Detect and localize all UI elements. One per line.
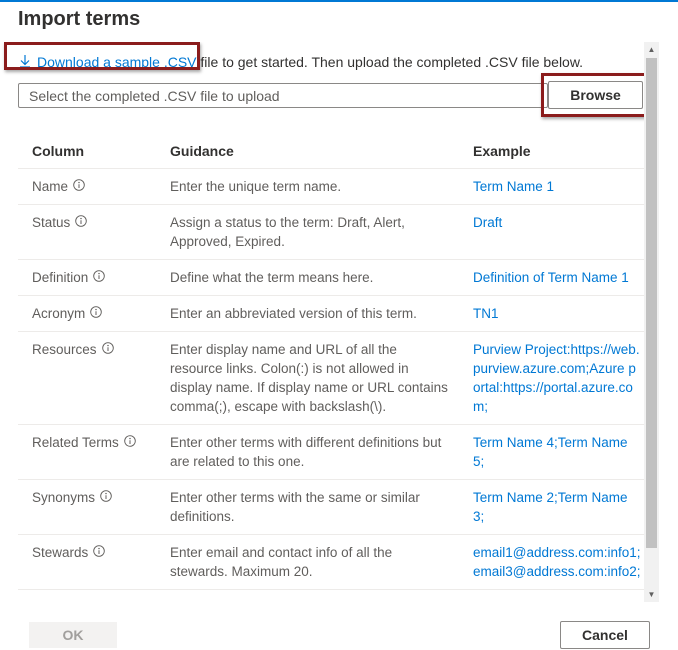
download-link-label: Download a sample .CSV [37, 54, 197, 70]
info-icon[interactable] [93, 268, 106, 282]
chevron-up-icon[interactable]: ▲ [644, 42, 659, 57]
cell-column: Related Terms [18, 424, 156, 480]
table-row: Resources Enter display name and URL of a… [18, 331, 644, 425]
download-sample-link[interactable]: Download a sample .CSV [18, 54, 197, 70]
cell-column: Status [18, 204, 156, 260]
cell-example: Draft [459, 204, 644, 260]
dialog-footer: OK Cancel [0, 602, 678, 650]
cell-example: Term Name 4;Term Name 5; [459, 424, 644, 480]
cell-column: Acronym [18, 295, 156, 332]
info-icon[interactable] [90, 304, 103, 318]
info-icon[interactable] [100, 488, 112, 502]
vertical-scrollbar[interactable]: ▲ ▼ [644, 42, 659, 602]
info-icon[interactable] [101, 340, 114, 354]
csv-file-input[interactable] [18, 83, 548, 108]
column-name: Name [32, 179, 69, 194]
cell-example: Term Name 2;Term Name 3; [459, 479, 644, 535]
intro-rest-text: file to get started. Then upload the com… [196, 54, 584, 70]
cell-example: Definition of Term Name 1 [459, 259, 644, 296]
cell-example: TN1 [459, 295, 644, 332]
cell-guidance: Enter display name and URL of all the re… [156, 331, 459, 425]
cell-column: Resources [18, 331, 156, 425]
column-name: Status [32, 215, 71, 230]
cell-guidance: Enter an abbreviated version of this ter… [156, 295, 459, 332]
header-guidance: Guidance [156, 134, 459, 169]
info-icon[interactable] [75, 213, 88, 227]
table-row: Related Terms Enter other terms with diff… [18, 424, 644, 480]
column-name: Stewards [32, 545, 89, 560]
info-icon[interactable] [124, 433, 136, 447]
cell-column: Name [18, 168, 156, 205]
cell-column: Definition [18, 259, 156, 296]
column-name: Acronym [32, 306, 86, 321]
cell-guidance: Define what the term means here. [156, 259, 459, 296]
column-name: Related Terms [32, 435, 119, 450]
header-example: Example [459, 134, 644, 169]
info-icon[interactable] [93, 543, 106, 557]
cell-guidance: Enter email and contact info of all the … [156, 534, 459, 590]
table-row: Acronym Enter an abbreviated version of t… [18, 295, 644, 332]
table-row: Name Enter the unique term name. Term Name… [18, 168, 644, 205]
table-row: Status Assign a status to the term: Draft… [18, 204, 644, 260]
table-header-row: Column Guidance Example [18, 134, 644, 169]
dialog-title: Import terms [18, 8, 141, 30]
table-row: Stewards Enter email and contact info of … [18, 534, 644, 590]
chevron-down-icon[interactable]: ▼ [644, 587, 659, 602]
info-icon[interactable] [73, 177, 85, 191]
header-column: Column [18, 134, 156, 169]
table-row: Definition Define what the term means her… [18, 259, 644, 296]
dialog-content: Download a sample .CSV file to get start… [0, 42, 660, 602]
column-name: Resources [32, 342, 97, 357]
cell-guidance: Enter other terms with the same or simil… [156, 479, 459, 535]
cell-guidance: Assign a status to the term: Draft, Aler… [156, 204, 459, 260]
cell-example: email1@address.com:info1;email3@address.… [459, 534, 644, 590]
cell-example: Purview Project:https://web.purview.azur… [459, 331, 644, 425]
download-icon [20, 55, 30, 68]
table-row: Synonyms Enter other terms with the same … [18, 479, 644, 535]
cell-column: Synonyms [18, 479, 156, 535]
top-accent-bar [0, 0, 678, 2]
cell-example: Term Name 1 [459, 168, 644, 205]
cancel-button[interactable]: Cancel [560, 621, 650, 649]
column-name: Definition [32, 270, 89, 285]
guidance-table: Column Guidance Example Name Enter the un… [18, 134, 644, 590]
ok-button[interactable]: OK [29, 622, 117, 648]
browse-button[interactable]: Browse [548, 81, 643, 109]
scrollbar-thumb[interactable] [646, 58, 657, 548]
intro-text: Download a sample .CSV file to get start… [18, 54, 583, 70]
cell-column: Stewards [18, 534, 156, 590]
column-name: Synonyms [32, 490, 96, 505]
cell-guidance: Enter the unique term name. [156, 168, 459, 205]
cell-guidance: Enter other terms with different definit… [156, 424, 459, 480]
